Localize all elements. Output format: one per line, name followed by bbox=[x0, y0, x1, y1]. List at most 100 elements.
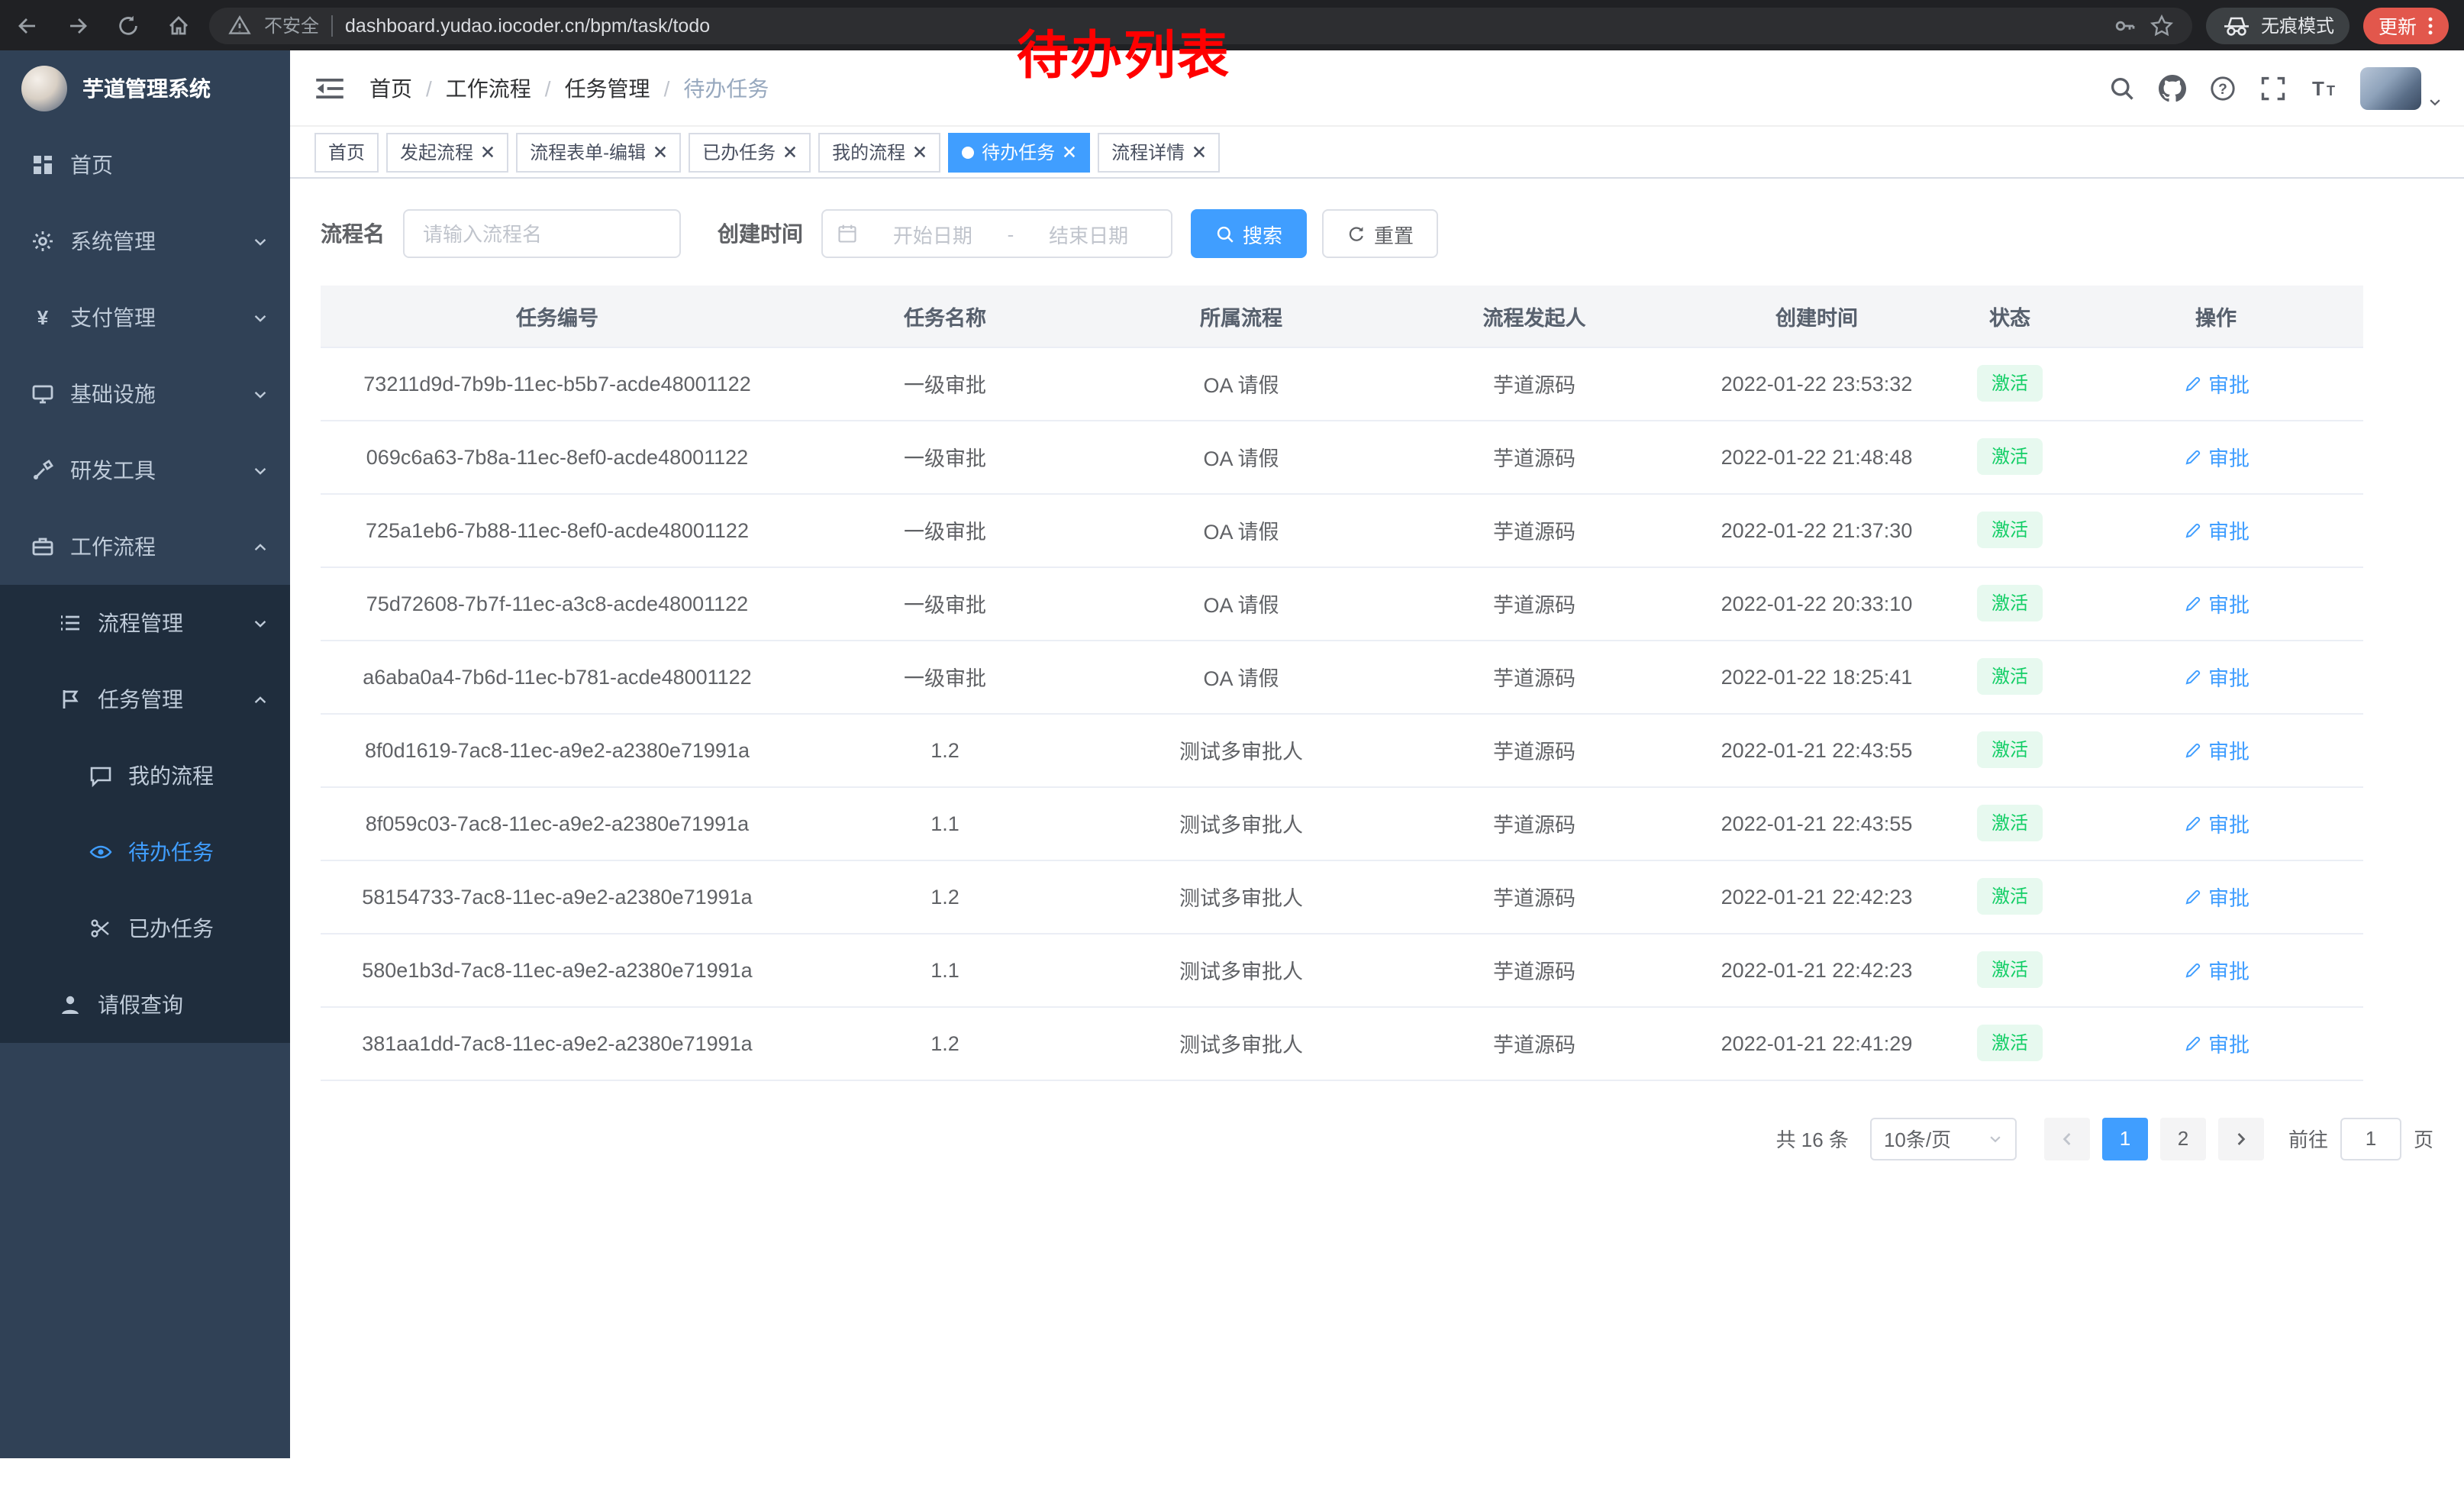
approve-link[interactable]: 审批 bbox=[2182, 881, 2250, 912]
column-header-0: 任务编号 bbox=[321, 286, 794, 347]
reset-button[interactable]: 重置 bbox=[1322, 209, 1438, 258]
date-range-picker[interactable]: 开始日期 - 结束日期 bbox=[821, 209, 1172, 258]
breadcrumb-item-2[interactable]: 任务管理 bbox=[565, 73, 650, 103]
sidebar-item-3[interactable]: 基础设施 bbox=[0, 356, 290, 432]
sidebar-item-5[interactable]: 工作流程 bbox=[0, 508, 290, 585]
devtools-icon bbox=[31, 458, 55, 483]
close-icon[interactable] bbox=[1192, 145, 1206, 159]
tab-4[interactable]: 我的流程 bbox=[818, 132, 940, 172]
cell-status: 激活 bbox=[1951, 933, 2069, 1006]
tab-0[interactable]: 首页 bbox=[314, 132, 379, 172]
status-badge: 激活 bbox=[1978, 951, 2042, 988]
sidebar-item-6[interactable]: 流程管理 bbox=[0, 585, 290, 661]
approve-link[interactable]: 审批 bbox=[2182, 515, 2250, 545]
approve-link[interactable]: 审批 bbox=[2182, 954, 2250, 985]
github-icon[interactable] bbox=[2159, 74, 2186, 102]
update-button[interactable]: 更新 bbox=[2363, 7, 2449, 44]
edit-icon bbox=[2182, 813, 2202, 833]
sidebar-item-10[interactable]: 已办任务 bbox=[0, 890, 290, 967]
app-logo[interactable]: 芋道管理系统 bbox=[0, 50, 290, 127]
tab-label: 已办任务 bbox=[702, 139, 776, 165]
user-menu[interactable] bbox=[2360, 66, 2443, 109]
star-icon[interactable] bbox=[2150, 13, 2174, 37]
reload-icon[interactable] bbox=[116, 13, 140, 37]
table-row: 069c6a63-7b8a-11ec-8ef0-acde48001122一级审批… bbox=[321, 420, 2363, 493]
table-row: 725a1eb6-7b88-11ec-8ef0-acde48001122一级审批… bbox=[321, 493, 2363, 567]
security-label[interactable]: 不安全 bbox=[264, 12, 319, 38]
forward-icon[interactable] bbox=[66, 13, 90, 37]
approve-label: 审批 bbox=[2208, 954, 2250, 985]
sidebar-item-0[interactable]: 首页 bbox=[0, 127, 290, 203]
sidebar-item-1[interactable]: 系统管理 bbox=[0, 203, 290, 279]
approve-link[interactable]: 审批 bbox=[2182, 734, 2250, 765]
goto-page-input[interactable] bbox=[2340, 1117, 2401, 1160]
sidebar-item-11[interactable]: 请假查询 bbox=[0, 967, 290, 1043]
edit-icon bbox=[2182, 373, 2202, 393]
search-icon[interactable] bbox=[2108, 74, 2136, 102]
cell-action: 审批 bbox=[2069, 860, 2363, 933]
approve-link[interactable]: 审批 bbox=[2182, 1028, 2250, 1058]
close-icon[interactable] bbox=[1063, 145, 1076, 159]
home-icon[interactable] bbox=[166, 13, 191, 37]
breadcrumb-item-1[interactable]: 工作流程 bbox=[446, 73, 531, 103]
menu-dots-icon[interactable] bbox=[2427, 15, 2433, 36]
cell-process: OA 请假 bbox=[1096, 347, 1386, 420]
font-size-icon[interactable]: TT bbox=[2310, 74, 2337, 102]
status-badge: 激活 bbox=[1978, 365, 2042, 402]
column-header-4: 创建时间 bbox=[1682, 286, 1951, 347]
next-page-button[interactable] bbox=[2218, 1117, 2264, 1160]
help-icon[interactable]: ? bbox=[2209, 74, 2237, 102]
page-button-1[interactable]: 1 bbox=[2102, 1117, 2148, 1160]
sidebar-item-9[interactable]: 待办任务 bbox=[0, 814, 290, 890]
close-icon[interactable] bbox=[913, 145, 927, 159]
cell-id: a6aba0a4-7b6d-11ec-b781-acde48001122 bbox=[321, 640, 794, 713]
approve-link[interactable]: 审批 bbox=[2182, 588, 2250, 618]
close-icon[interactable] bbox=[481, 145, 495, 159]
cell-name: 一级审批 bbox=[794, 567, 1096, 640]
leave-query-icon bbox=[58, 993, 82, 1017]
search-button[interactable]: 搜索 bbox=[1191, 209, 1307, 258]
screenshot-root: 不安全 dashboard.yudao.iocoder.cn/bpm/task/… bbox=[0, 0, 2464, 1501]
sidebar-item-8[interactable]: 我的流程 bbox=[0, 738, 290, 814]
close-icon[interactable] bbox=[783, 145, 797, 159]
pagination: 共 16 条 10条/页 12 前往 页 bbox=[321, 1117, 2433, 1160]
tab-6[interactable]: 流程详情 bbox=[1098, 132, 1220, 172]
sidebar-item-label: 工作流程 bbox=[70, 531, 156, 562]
page-size-select[interactable]: 10条/页 bbox=[1870, 1117, 2017, 1160]
fullscreen-icon[interactable] bbox=[2259, 74, 2287, 102]
back-icon[interactable] bbox=[15, 13, 40, 37]
user-avatar[interactable] bbox=[2360, 66, 2421, 109]
sidebar-item-4[interactable]: 研发工具 bbox=[0, 432, 290, 508]
dashboard-icon bbox=[31, 153, 55, 177]
url-text[interactable]: dashboard.yudao.iocoder.cn/bpm/task/todo bbox=[345, 15, 710, 36]
cell-id: 725a1eb6-7b88-11ec-8ef0-acde48001122 bbox=[321, 493, 794, 567]
tab-3[interactable]: 已办任务 bbox=[689, 132, 811, 172]
tab-1[interactable]: 发起流程 bbox=[386, 132, 508, 172]
approve-link[interactable]: 审批 bbox=[2182, 808, 2250, 838]
status-badge: 激活 bbox=[1978, 585, 2042, 621]
sidebar-item-label: 任务管理 bbox=[98, 684, 183, 715]
process-name-label: 流程名 bbox=[321, 218, 385, 249]
approve-link[interactable]: 审批 bbox=[2182, 441, 2250, 472]
breadcrumb-item-0[interactable]: 首页 bbox=[369, 73, 412, 103]
sidebar-item-7[interactable]: 任务管理 bbox=[0, 661, 290, 738]
sidebar-collapse-icon[interactable] bbox=[314, 73, 345, 103]
key-icon[interactable] bbox=[2113, 13, 2137, 37]
workflow-icon bbox=[31, 534, 55, 559]
page-button-2[interactable]: 2 bbox=[2160, 1117, 2206, 1160]
app-header: 首页/工作流程/任务管理/待办任务 ? TT bbox=[290, 50, 2464, 127]
approve-link[interactable]: 审批 bbox=[2182, 661, 2250, 692]
sidebar-item-2[interactable]: ¥支付管理 bbox=[0, 279, 290, 356]
tab-5[interactable]: 待办任务 bbox=[948, 132, 1090, 172]
tab-2[interactable]: 流程表单-编辑 bbox=[516, 132, 681, 172]
process-name-input[interactable] bbox=[403, 209, 681, 258]
approve-link[interactable]: 审批 bbox=[2182, 368, 2250, 399]
prev-page-button[interactable] bbox=[2044, 1117, 2090, 1160]
cell-initiator: 芋道源码 bbox=[1386, 1006, 1682, 1080]
column-header-3: 流程发起人 bbox=[1386, 286, 1682, 347]
sidebar-menu: 首页系统管理¥支付管理基础设施研发工具工作流程流程管理任务管理我的流程待办任务已… bbox=[0, 127, 290, 1043]
page-buttons: 12 bbox=[2096, 1117, 2212, 1160]
close-icon[interactable] bbox=[653, 145, 667, 159]
table-row: a6aba0a4-7b6d-11ec-b781-acde48001122一级审批… bbox=[321, 640, 2363, 713]
edit-icon bbox=[2182, 520, 2202, 540]
